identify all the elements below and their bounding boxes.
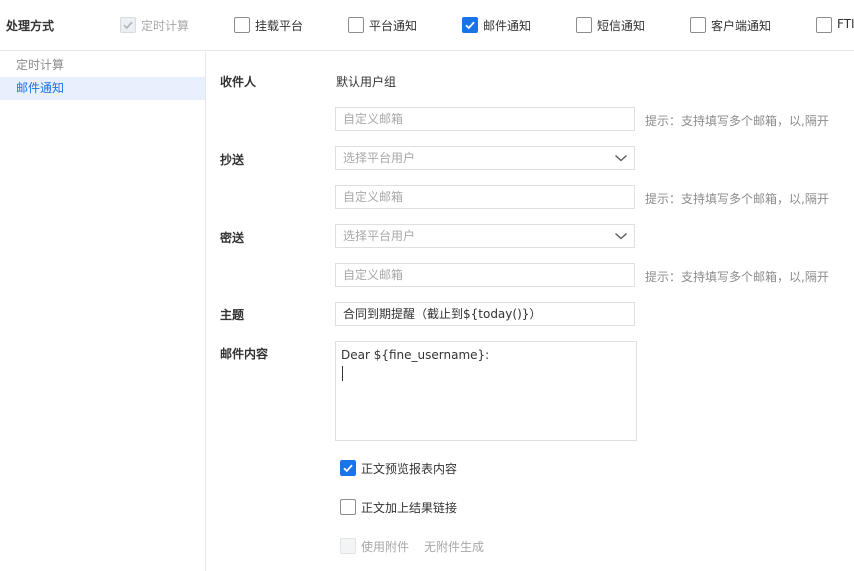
- mount-platform-checkbox[interactable]: [234, 17, 250, 33]
- sidebar-item-timed-calc[interactable]: 定时计算: [0, 54, 205, 77]
- timed-calc-checkbox[interactable]: [120, 17, 136, 33]
- email-notify-checkbox[interactable]: [462, 17, 478, 33]
- email-content-value: Dear ${fine_username}:: [341, 348, 490, 362]
- cc-hint: 提示：支持填写多个邮箱，以,隔开: [645, 192, 829, 206]
- cc-custom-email-input[interactable]: 自定义邮箱: [335, 185, 635, 209]
- sms-notify-checkbox[interactable]: [576, 17, 592, 33]
- client-notify-checkbox[interactable]: [690, 17, 706, 33]
- bcc-custom-email-placeholder: 自定义邮箱: [343, 268, 404, 282]
- sidebar-item-email-notify[interactable]: 邮件通知: [0, 77, 205, 100]
- cc-select-placeholder: 选择平台用户: [343, 151, 416, 165]
- mount-platform-label: 挂载平台: [255, 19, 304, 33]
- processing-method-label: 处理方式: [6, 19, 55, 33]
- default-user-group: 默认用户组: [336, 75, 397, 89]
- result-link-checkbox[interactable]: [340, 499, 356, 515]
- recipient-hint: 提示：支持填写多个邮箱，以,隔开: [645, 114, 829, 128]
- fti-label: FTI: [837, 17, 854, 31]
- chevron-down-icon: [615, 233, 627, 240]
- subject-input[interactable]: 合同到期提醒（截止到${today()}）: [335, 302, 635, 326]
- no-attachment-note: 无附件生成: [424, 540, 485, 554]
- timed-calc-label: 定时计算: [141, 19, 190, 33]
- check-icon: [123, 21, 133, 30]
- chevron-down-icon: [615, 155, 627, 162]
- check-icon: [343, 464, 353, 473]
- recipient-custom-email-placeholder: 自定义邮箱: [343, 112, 404, 126]
- cc-user-select[interactable]: 选择平台用户: [335, 146, 635, 170]
- check-icon: [465, 21, 475, 30]
- bcc-user-select[interactable]: 选择平台用户: [335, 224, 635, 248]
- email-content-textarea[interactable]: Dear ${fine_username}:: [335, 341, 637, 441]
- attachment-checkbox[interactable]: [340, 538, 356, 554]
- bcc-hint: 提示：支持填写多个邮箱，以,隔开: [645, 270, 829, 284]
- platform-notify-label: 平台通知: [369, 19, 418, 33]
- subject-value: 合同到期提醒（截止到${today()}）: [343, 307, 542, 321]
- cc-custom-email-placeholder: 自定义邮箱: [343, 190, 404, 204]
- text-caret: [342, 366, 343, 381]
- subject-label: 主题: [220, 308, 245, 322]
- platform-notify-checkbox[interactable]: [348, 17, 364, 33]
- client-notify-label: 客户端通知: [711, 19, 772, 33]
- recipient-label: 收件人: [220, 75, 257, 89]
- bcc-select-placeholder: 选择平台用户: [343, 229, 416, 243]
- result-link-label: 正文加上结果链接: [361, 501, 458, 515]
- content-label: 邮件内容: [220, 347, 269, 361]
- preview-report-label: 正文预览报表内容: [361, 462, 458, 476]
- attachment-label: 使用附件: [361, 540, 410, 554]
- preview-report-checkbox[interactable]: [340, 460, 356, 476]
- fti-checkbox[interactable]: [816, 17, 832, 33]
- bcc-custom-email-input[interactable]: 自定义邮箱: [335, 263, 635, 287]
- email-notify-label: 邮件通知: [483, 19, 532, 33]
- cc-label: 抄送: [220, 153, 245, 167]
- sidebar: [0, 52, 206, 571]
- recipient-custom-email-input[interactable]: 自定义邮箱: [335, 107, 635, 131]
- sms-notify-label: 短信通知: [597, 19, 646, 33]
- bcc-label: 密送: [220, 231, 245, 245]
